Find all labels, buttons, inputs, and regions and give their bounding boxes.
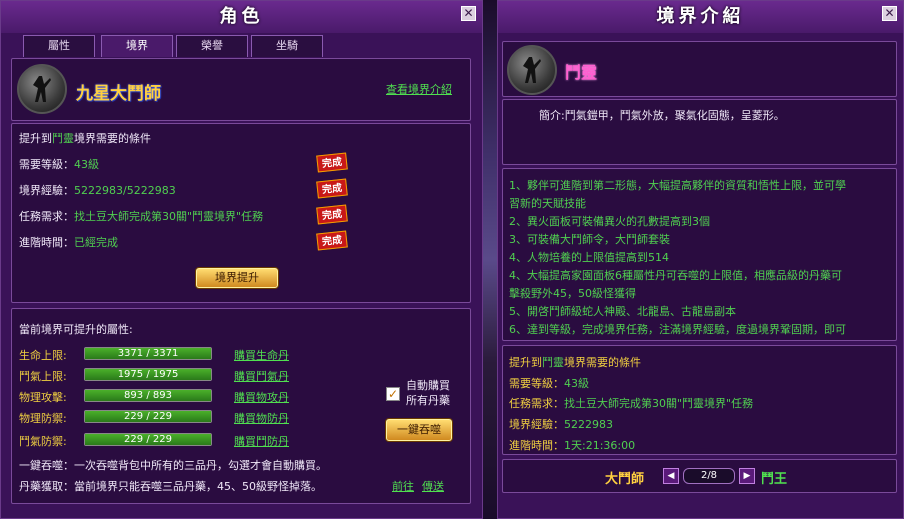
- tab-realm[interactable]: 境界: [101, 35, 173, 57]
- upgrade-realm-button[interactable]: 境界提升: [196, 268, 278, 288]
- requirements-panel: 提升到鬥靈境界需要的條件 需要等級：43級 完成 境界經驗：5222983/52…: [11, 123, 471, 303]
- patk-progress: 893 / 893: [84, 389, 212, 402]
- close-icon[interactable]: ✕: [882, 6, 897, 21]
- character-window: 角色 ✕ 屬性 境界 榮譽 坐騎 九星大鬥師 查看境界介紹 提升到鬥靈境界需要的…: [0, 0, 483, 519]
- req-level: 需要等級：43級: [509, 377, 589, 390]
- benefit-line: 擊殺野外45，50級怪獲得: [509, 287, 636, 300]
- req-exp: 境界經驗：5222983: [509, 418, 613, 431]
- close-icon[interactable]: ✕: [461, 6, 476, 21]
- benefit-line: 4、大幅提高家園面板6種屬性丹可吞噬的上限值，相應品級的丹藥可: [509, 269, 842, 282]
- req-level: 需要等級：43級: [19, 158, 99, 171]
- requirements-title: 提升到鬥靈境界需要的條件: [509, 356, 641, 369]
- realm-header: 鬥靈: [502, 41, 897, 97]
- buy-qi-pill-link[interactable]: 購買鬥氣丹: [234, 368, 289, 384]
- benefit-line: 4、人物培養的上限值提高到514: [509, 251, 669, 264]
- buy-patk-pill-link[interactable]: 購買物攻丹: [234, 389, 289, 405]
- status-badge: 完成: [316, 230, 348, 251]
- benefit-line: 2、異火面板可裝備異火的孔數提高到3個: [509, 215, 710, 228]
- req-exp: 境界經驗：5222983/5222983: [19, 184, 176, 197]
- req-quest: 任務需求：找土豆大師完成第30關"鬥靈境界"任務: [19, 210, 264, 223]
- status-badge: 完成: [316, 204, 348, 225]
- buy-qdef-pill-link[interactable]: 購買鬥防丹: [234, 433, 289, 449]
- prev-realm-name: 大鬥師: [605, 472, 645, 487]
- note-acquire: 丹藥獲取：當前境界只能吞噬三品丹藥，45、50級野怪掉落。: [19, 480, 322, 493]
- page-indicator: 2/8: [683, 468, 735, 484]
- pdef-progress: 229 / 229: [84, 410, 212, 423]
- buy-hp-pill-link[interactable]: 購買生命丹: [234, 347, 289, 363]
- qdef-progress: 229 / 229: [84, 433, 212, 446]
- attr-label: 物理防禦:: [19, 412, 67, 425]
- attr-label: 鬥氣上限:: [19, 370, 67, 383]
- intro-text: 簡介:鬥氣鎧甲，鬥氣外放，聚氣化固態，呈菱形。: [539, 109, 785, 122]
- realm-name: 九星大鬥師: [76, 84, 161, 104]
- window-title: 角色: [1, 1, 482, 33]
- benefit-line: 5、開啓鬥師級蛇人神殿、北龍島、古龍島副本: [509, 305, 736, 318]
- background-scene: [483, 0, 497, 519]
- auto-buy-label: 自動購買: [406, 379, 450, 392]
- benefit-line: 6、達到等級，完成境界任務，注滿境界經驗，度過境界鞏固期，即可: [509, 323, 846, 336]
- attr-label: 鬥氣防禦:: [19, 435, 67, 448]
- status-badge: 完成: [316, 152, 348, 173]
- realm-avatar: [507, 45, 557, 95]
- intro-panel: 簡介:鬥氣鎧甲，鬥氣外放，聚氣化固態，呈菱形。: [502, 99, 897, 165]
- buy-pdef-pill-link[interactable]: 購買物防丹: [234, 410, 289, 426]
- one-click-devour-button[interactable]: 一鍵吞噬: [386, 419, 452, 441]
- requirements-title: 提升到鬥靈境界需要的條件: [19, 132, 151, 145]
- next-page-button[interactable]: ▶: [739, 468, 755, 484]
- teleport-link[interactable]: 傳送: [422, 478, 444, 494]
- auto-buy-checkbox[interactable]: ✓: [386, 387, 400, 401]
- attributes-panel: 當前境界可提升的屬性: 生命上限: 3371 / 3371 購買生命丹 鬥氣上限…: [11, 308, 471, 504]
- hp-progress: 3371 / 3371: [84, 347, 212, 360]
- realm-navigation: 大鬥師 ◀ 2/8 ▶ 鬥王: [502, 459, 897, 493]
- benefit-line: 習新的天賦技能: [509, 197, 586, 210]
- tab-mount[interactable]: 坐騎: [251, 35, 323, 57]
- realm-intro-window: 境界介紹 ✕ 鬥靈 簡介:鬥氣鎧甲，鬥氣外放，聚氣化固態，呈菱形。 1、夥伴可進…: [497, 0, 904, 519]
- prev-page-button[interactable]: ◀: [663, 468, 679, 484]
- auto-buy-label: 所有丹藥: [406, 394, 450, 407]
- req-quest: 任務需求：找土豆大師完成第30關"鬥靈境界"任務: [509, 397, 754, 410]
- req-time: 進階時間：1天:21:36:00: [509, 439, 636, 452]
- window-title: 境界介紹: [498, 1, 903, 33]
- realm-avatar: [17, 64, 67, 114]
- note-devour: 一鍵吞噬：一次吞噬背包中所有的三品丹，勾選才會自動購買。: [19, 459, 327, 472]
- benefit-line: 1、夥伴可進階到第二形態，大幅提高夥伴的資質和悟性上限，並可學: [509, 179, 846, 192]
- tab-attributes[interactable]: 屬性: [23, 35, 95, 57]
- realm-header: 九星大鬥師 查看境界介紹: [11, 58, 471, 121]
- next-requirements-panel: 提升到鬥靈境界需要的條件 需要等級：43級 任務需求：找土豆大師完成第30關"鬥…: [502, 345, 897, 455]
- benefits-panel: 1、夥伴可進階到第二形態，大幅提高夥伴的資質和悟性上限，並可學 習新的天賦技能 …: [502, 168, 897, 341]
- view-intro-link[interactable]: 查看境界介紹: [386, 81, 452, 97]
- attributes-title: 當前境界可提升的屬性:: [19, 323, 133, 336]
- req-time: 進階時間：已經完成: [19, 236, 118, 249]
- attr-label: 生命上限:: [19, 349, 67, 362]
- tab-honor[interactable]: 榮譽: [176, 35, 248, 57]
- next-realm-name: 鬥王: [761, 472, 788, 487]
- attr-label: 物理攻擊:: [19, 391, 67, 404]
- qi-progress: 1975 / 1975: [84, 368, 212, 381]
- goto-link[interactable]: 前往: [392, 478, 414, 494]
- benefit-line: 3、可裝備大鬥師令，大鬥師套裝: [509, 233, 670, 246]
- status-badge: 完成: [316, 178, 348, 199]
- realm-name: 鬥靈: [565, 63, 598, 82]
